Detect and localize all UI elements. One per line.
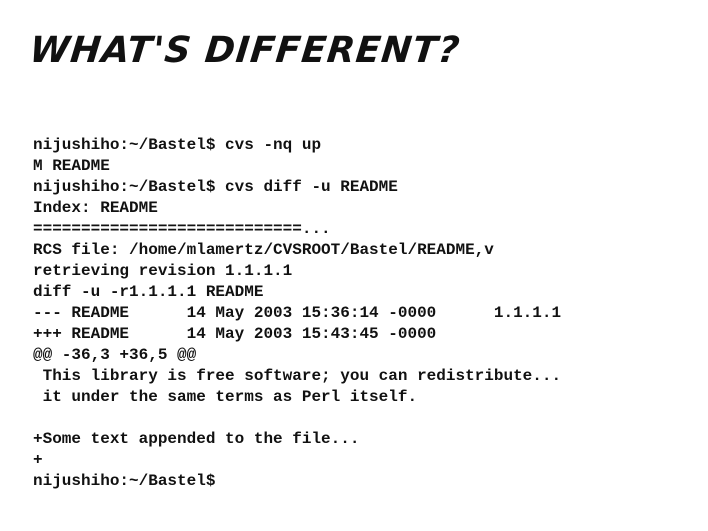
terminal-line: nijushiho:~/Bastel$ cvs -nq up: [33, 136, 322, 154]
terminal-line: nijushiho:~/Bastel$: [33, 472, 216, 490]
slide: WHAT'S DIFFERENT? nijushiho:~/Bastel$ cv…: [0, 0, 708, 531]
terminal-line: diff -u -r1.1.1.1 README: [33, 283, 264, 301]
terminal-line: ============================...: [33, 220, 331, 238]
terminal-line: +: [33, 451, 43, 469]
terminal-output: nijushiho:~/Bastel$ cvs -nq up M README …: [33, 135, 561, 492]
terminal-line: +Some text appended to the file...: [33, 430, 360, 448]
terminal-line: --- README 14 May 2003 15:36:14 -0000 1.…: [33, 304, 562, 322]
terminal-line: RCS file: /home/mlamertz/CVSROOT/Bastel/…: [33, 241, 494, 259]
terminal-line: it under the same terms as Perl itself.: [33, 388, 418, 406]
terminal-line: This library is free software; you can r…: [33, 367, 562, 385]
terminal-line: M README: [33, 157, 110, 175]
terminal-line: nijushiho:~/Bastel$ cvs diff -u README: [33, 178, 398, 196]
terminal-line: retrieving revision 1.1.1.1: [33, 262, 293, 280]
slide-title: WHAT'S DIFFERENT?: [27, 30, 463, 71]
terminal-line: Index: README: [33, 199, 158, 217]
terminal-line: +++ README 14 May 2003 15:43:45 -0000: [33, 325, 437, 343]
terminal-line: @@ -36,3 +36,5 @@: [33, 346, 197, 364]
